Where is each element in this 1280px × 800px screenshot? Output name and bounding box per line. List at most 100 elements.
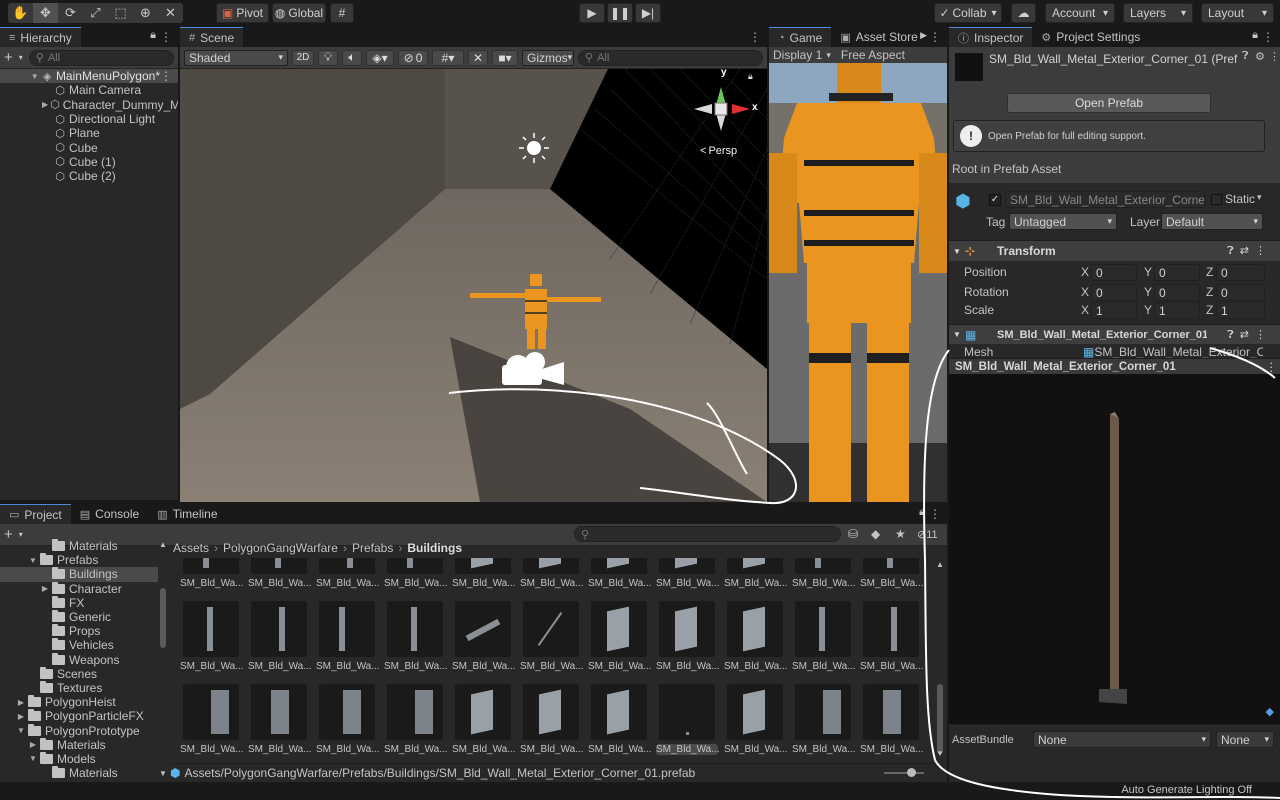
lock-icon[interactable]: 🔒︎ — [919, 506, 925, 519]
scroll-down-icon[interactable]: ▼ — [159, 769, 167, 778]
breadcrumb-item[interactable]: Assets — [173, 541, 209, 555]
tab-console[interactable]: ▤ Console — [71, 504, 148, 524]
asset-item[interactable]: SM_Bld_Wa... — [248, 558, 312, 589]
asset-item[interactable]: SM_Bld_Wa... — [316, 558, 380, 589]
step-button[interactable]: ▶| — [635, 3, 661, 23]
position-y-field[interactable]: 0 — [1154, 264, 1200, 281]
tab-inspector[interactable]: ⓘ Inspector — [949, 27, 1033, 47]
active-checkbox[interactable]: ✓ — [989, 194, 1001, 206]
hidden-packages-toggle[interactable]: ⊘ 11 — [917, 528, 938, 542]
tree-item[interactable]: Scenes — [0, 666, 158, 681]
tree-scrollbar[interactable] — [160, 588, 166, 648]
static-dropdown-icon[interactable]: ▾ — [1257, 192, 1262, 203]
asset-item[interactable]: SM_Bld_Wa... — [384, 558, 448, 589]
hand-tool-icon[interactable]: ✋ — [8, 3, 33, 23]
tab-scene[interactable]: # Scene — [180, 27, 244, 47]
hierarchy-item[interactable]: ⬡ Cube — [0, 140, 178, 155]
asset-item[interactable]: SM_Bld_Wa... — [860, 558, 924, 589]
lock-icon[interactable]: 🔒︎ — [150, 29, 156, 42]
scene-menu-icon[interactable]: ⋮ — [160, 69, 172, 83]
scale-y-field[interactable]: 1 — [1154, 302, 1200, 319]
scroll-up-icon[interactable]: ▲ — [936, 560, 944, 569]
tab-game[interactable]: ◔ Game — [769, 27, 832, 47]
tab-project[interactable]: ▭ Project — [0, 504, 71, 524]
grid-snap-button[interactable]: # — [330, 3, 354, 23]
tag-dropdown[interactable]: Untagged ▾ — [1009, 213, 1117, 230]
hierarchy-item[interactable]: ▶ ⬡ Character_Dummy_M — [0, 98, 178, 112]
asset-item[interactable]: SM_Bld_Wa... — [520, 684, 584, 755]
asset-item[interactable]: SM_Bld_Wa... — [792, 601, 856, 672]
asset-item[interactable]: SM_Bld_Wa... — [724, 601, 788, 672]
layout-dropdown[interactable]: Layout — [1201, 3, 1274, 23]
asset-item[interactable]: SM_Bld_Wa... — [180, 684, 244, 755]
asset-item[interactable]: SM_Bld_Wa... — [520, 601, 584, 672]
static-checkbox[interactable] — [1211, 194, 1222, 205]
foldout-arrow-icon[interactable]: ▼ — [949, 247, 965, 256]
play-button[interactable]: ▶ — [579, 3, 605, 23]
layers-dropdown[interactable]: Layers — [1123, 3, 1193, 23]
asset-item[interactable]: SM_Bld_Wa... — [180, 601, 244, 672]
panel-menu-icon[interactable]: ⋮ — [160, 30, 172, 44]
assetbundle-dropdown[interactable]: None ▾ — [1033, 731, 1211, 748]
tree-item[interactable]: ▶ PolygonParticleFX — [0, 709, 158, 723]
filter-type-icon[interactable]: ⛁ — [848, 527, 858, 541]
tag-icon[interactable]: ◆ — [1266, 705, 1274, 718]
breadcrumb-item[interactable]: PolygonGangWarfare — [223, 541, 338, 555]
move-tool-icon[interactable]: ✥ — [33, 3, 58, 23]
asset-item[interactable]: SM_Bld_Wa... — [452, 558, 516, 589]
mode-2d-button[interactable]: 2D — [292, 49, 314, 66]
expand-arrow-icon[interactable]: ▶ — [42, 100, 48, 109]
collapse-arrow-icon[interactable]: ▼ — [30, 72, 40, 81]
collapse-arrow-icon[interactable]: ▼ — [28, 754, 38, 763]
asset-item[interactable]: SM_Bld_Wa... — [248, 684, 312, 755]
aspect-dropdown[interactable]: Free Aspect — [841, 48, 905, 62]
asset-item[interactable]: SM_Bld_Wa... — [724, 684, 788, 755]
tab-hierarchy[interactable]: ≡ Hierarchy — [0, 27, 81, 47]
pause-button[interactable]: ❚❚ — [607, 3, 633, 23]
hierarchy-item[interactable]: ⬡ Main Camera — [0, 83, 178, 97]
panel-menu-icon[interactable]: ⋮ — [1262, 30, 1274, 44]
asset-item[interactable]: SM_Bld_Wa... — [860, 684, 924, 755]
tree-item[interactable]: FX — [0, 595, 158, 610]
asset-item[interactable]: SM_Bld_Wa... — [656, 558, 720, 589]
rect-tool-icon[interactable]: ⬚ — [108, 3, 133, 23]
mesh-filter-header[interactable]: ▼ ▦ SM_Bld_Wall_Metal_Exterior_Corner_01… — [949, 324, 1280, 344]
audio-toggle[interactable]: 🔈︎ — [342, 49, 362, 66]
hierarchy-search-input[interactable]: ⚲ All — [28, 49, 174, 66]
effects-dropdown[interactable]: ◈▾ — [366, 49, 394, 66]
tree-item[interactable]: Weapons — [0, 652, 158, 667]
scroll-up-icon[interactable]: ▲ — [159, 540, 167, 549]
collapse-arrow-icon[interactable]: ▼ — [28, 556, 38, 565]
game-viewport[interactable] — [769, 63, 947, 502]
asset-item[interactable]: SM_Bld_Wa... — [588, 558, 652, 589]
gizmos-dropdown[interactable]: Gizmos ▾ — [522, 49, 574, 66]
expand-arrow-icon[interactable]: ▶ — [28, 740, 38, 749]
hierarchy-item[interactable]: ⬡ Cube (2) — [0, 169, 178, 183]
asset-item[interactable]: SM_Bld_Wa... — [384, 684, 448, 755]
directional-light-gizmo[interactable] — [519, 133, 549, 163]
filter-label-icon[interactable]: ◆ — [871, 527, 880, 541]
asset-item[interactable]: SM_Bld_Wa... — [316, 601, 380, 672]
lighting-toggle[interactable]: 💡︎ — [318, 49, 338, 66]
expand-arrow-icon[interactable]: ▶ — [16, 698, 26, 707]
asset-item[interactable]: SM_Bld_Wa... — [860, 601, 924, 672]
tab-asset-store[interactable]: ▣ Asset Store — [831, 27, 926, 47]
tree-item[interactable]: Props — [0, 624, 158, 638]
hierarchy-item[interactable]: ⬡ Directional Light — [0, 112, 178, 126]
grid-dropdown[interactable]: #▾ — [432, 49, 464, 66]
asset-item[interactable]: SM_Bld_Wa... — [452, 601, 516, 672]
rotation-x-field[interactable]: 0 — [1091, 284, 1137, 301]
hierarchy-item[interactable]: ⬡ Cube (1) — [0, 155, 178, 169]
project-search-input[interactable]: ⚲ — [574, 526, 841, 542]
panel-menu-icon[interactable]: ⋮ — [749, 30, 761, 44]
lock-icon[interactable]: 🔒︎ — [1252, 29, 1258, 42]
account-dropdown[interactable]: Account — [1045, 3, 1115, 23]
persp-label[interactable]: < Persp — [700, 145, 737, 157]
transform-header[interactable]: ▼ ⊹ Transform ❓︎⇄⋮ — [949, 240, 1280, 261]
component-actions-icon[interactable]: ❓︎⇄⋮ — [1227, 244, 1272, 258]
asset-item[interactable]: SM_Bld_Wa... — [792, 558, 856, 589]
tree-item[interactable]: Materials — [0, 766, 158, 780]
display-dropdown[interactable]: Display 1 ▾ — [773, 48, 831, 62]
tree-item[interactable]: ▼ Models — [0, 751, 158, 766]
settings-icon[interactable]: ⚙ — [1255, 50, 1265, 63]
